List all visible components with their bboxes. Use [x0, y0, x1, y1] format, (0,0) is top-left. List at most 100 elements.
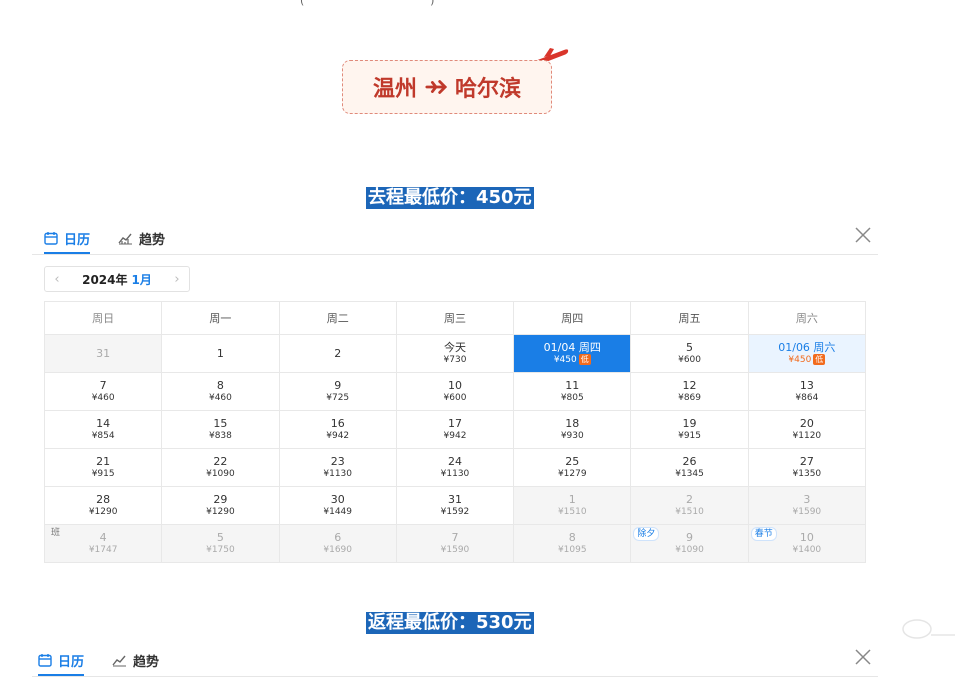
calendar-day-cell[interactable]: 今天 ¥730	[395, 334, 515, 373]
calendar-day-cell[interactable]: 21 ¥915	[43, 448, 163, 487]
calendar-day-cell[interactable]: 19 ¥915	[630, 410, 749, 449]
tab-calendar-label: 日历	[64, 232, 91, 248]
calendar-day-cell[interactable]: 3 ¥1590	[747, 486, 867, 525]
calendar-day-cell[interactable]: 6 ¥1690	[278, 524, 397, 563]
trend-chart-icon	[118, 233, 132, 245]
calendar-day-cell[interactable]: 22 ¥1090	[161, 448, 280, 487]
calendar-day-cell[interactable]: 18 ¥930	[513, 410, 632, 449]
day-price: ¥1510	[515, 506, 629, 519]
day-label: 16	[330, 416, 345, 430]
day-price: ¥1750	[163, 544, 277, 557]
calendar-day-cell[interactable]: 13 ¥864	[747, 372, 867, 411]
calendar-day-cell[interactable]: 5 ¥600	[630, 334, 749, 373]
calendar-day-cell[interactable]: 5 ¥1750	[161, 524, 280, 563]
holiday-tag: 班	[51, 528, 61, 538]
day-price: ¥1290	[46, 506, 160, 519]
day-price: ¥869	[632, 392, 746, 405]
day-price: ¥1590	[398, 544, 512, 557]
price-value: ¥460	[91, 392, 115, 403]
day-label: 今天	[443, 340, 466, 354]
calendar-day-cell[interactable]: 2	[278, 334, 397, 373]
calendar-day-cell[interactable]: 31 ¥1592	[395, 486, 515, 525]
day-label: 8	[568, 530, 576, 544]
calendar-day-cell[interactable]: 班 4 ¥1747	[43, 524, 163, 563]
price-value: ¥450	[553, 354, 577, 365]
day-label: 19	[682, 416, 697, 430]
day-label: 8	[216, 378, 224, 392]
calendar-day-cell[interactable]: 11 ¥805	[513, 372, 632, 411]
next-month-button[interactable]: ›	[171, 272, 183, 287]
day-price: ¥1279	[515, 468, 629, 481]
calendar-day-cell[interactable]: 春节 10 ¥1400	[747, 524, 867, 563]
outbound-tabs: 日历 趋势	[32, 224, 878, 255]
day-price: ¥1090	[632, 544, 746, 557]
calendar-day-cell[interactable]: 30 ¥1449	[278, 486, 397, 525]
price-value: ¥1690	[323, 544, 353, 555]
day-label: 22	[213, 454, 228, 468]
day-label: 7	[451, 530, 459, 544]
tab-trend[interactable]: 趋势	[118, 224, 165, 252]
calendar-day-cell[interactable]: 01/06 周六 ¥450 低	[747, 334, 867, 373]
close-icon[interactable]	[854, 226, 872, 244]
tab-calendar[interactable]: 日历	[44, 224, 91, 254]
price-value: ¥1750	[206, 544, 235, 555]
calendar-week-row: 21 ¥915 22 ¥1090 23 ¥1130 24 ¥1130 25 ¥1279 26 ¥134…	[43, 448, 867, 487]
day-label: 01/04 周四	[543, 340, 601, 354]
calendar-day-cell[interactable]: 1 ¥1510	[513, 486, 632, 525]
calendar-day-cell[interactable]: 7 ¥460	[43, 372, 163, 411]
calendar-day-cell[interactable]: 31	[43, 334, 163, 373]
calendar-day-cell[interactable]: 24 ¥1130	[395, 448, 515, 487]
weekday-label: 周二	[278, 301, 397, 335]
day-label: 26	[682, 454, 697, 468]
price-value: ¥1510	[557, 506, 587, 517]
day-label: 31	[96, 347, 111, 360]
weekday-header-row: 周日 周一 周二 周三 周四 周五 周六	[43, 301, 867, 335]
calendar-day-cell[interactable]: 29 ¥1290	[161, 486, 280, 525]
day-price: ¥1130	[281, 468, 395, 481]
weekday-label: 周三	[395, 301, 515, 335]
calendar-day-cell[interactable]: 20 ¥1120	[747, 410, 867, 449]
return-tabs: 日历 趋势	[32, 646, 878, 677]
calendar-day-cell[interactable]: 9 ¥725	[278, 372, 397, 411]
day-price: ¥450 低	[515, 353, 629, 367]
prev-month-button[interactable]: ‹	[51, 272, 63, 287]
close-icon[interactable]	[854, 648, 872, 666]
price-value: ¥1400	[792, 544, 822, 555]
calendar-day-cell[interactable]: 16 ¥942	[278, 410, 397, 449]
price-value: ¥942	[326, 430, 350, 441]
price-value: ¥864	[795, 392, 819, 403]
tab-calendar[interactable]: 日历	[38, 646, 85, 676]
calendar-day-cell[interactable]: 25 ¥1279	[513, 448, 632, 487]
calendar-day-cell[interactable]: 23 ¥1130	[278, 448, 397, 487]
calendar-day-cell[interactable]: 15 ¥838	[161, 410, 280, 449]
calendar-day-cell[interactable]: 27 ¥1350	[747, 448, 867, 487]
day-price: ¥942	[281, 430, 395, 443]
calendar-day-cell[interactable]: 1	[161, 334, 280, 373]
calendar-day-cell[interactable]: 除夕 9 ¥1090	[630, 524, 749, 563]
price-value: ¥1130	[440, 468, 470, 479]
day-price: ¥942	[398, 430, 512, 443]
calendar-day-cell[interactable]: 8 ¥1095	[513, 524, 632, 563]
price-value: ¥1120	[792, 430, 822, 441]
day-label: 2	[334, 347, 342, 360]
calendar-day-cell[interactable]: 2 ¥1510	[630, 486, 749, 525]
calendar-day-cell[interactable]: 12 ¥869	[630, 372, 749, 411]
calendar-day-cell[interactable]: 28 ¥1290	[43, 486, 163, 525]
calendar-day-cell[interactable]: 17 ¥942	[395, 410, 515, 449]
tab-trend[interactable]: 趋势	[112, 646, 159, 674]
calendar-day-cell[interactable]: 7 ¥1590	[395, 524, 515, 563]
price-value: ¥930	[560, 430, 584, 441]
fare-calendar: 周日 周一 周二 周三 周四 周五 周六 31 1 2 今天 ¥730 01/04 周四 ¥…	[43, 301, 867, 563]
calendar-day-cell[interactable]: 10 ¥600	[395, 372, 515, 411]
day-price: ¥1510	[632, 506, 746, 519]
trend-chart-icon	[112, 655, 126, 667]
calendar-day-cell[interactable]: 14 ¥854	[43, 410, 163, 449]
day-label: 3	[803, 492, 811, 506]
price-value: ¥869	[678, 392, 701, 403]
calendar-day-cell[interactable]: 26 ¥1345	[630, 448, 749, 487]
price-value: ¥725	[326, 392, 350, 403]
calendar-day-cell[interactable]: 8 ¥460	[161, 372, 280, 411]
calendar-week-row: 31 1 2 今天 ¥730 01/04 周四 ¥450 低 5 ¥600 01/06 周六 ¥450…	[43, 334, 867, 373]
calendar-day-cell[interactable]: 01/04 周四 ¥450 低	[513, 334, 632, 373]
route-to: 哈尔滨	[455, 77, 522, 102]
